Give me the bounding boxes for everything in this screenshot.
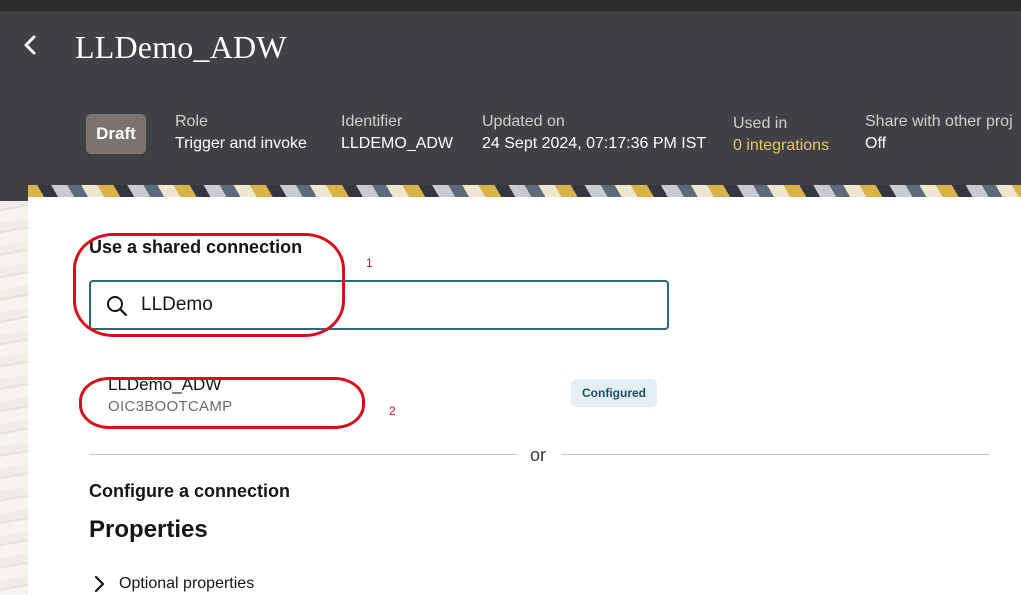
annotation-ellipse-1 xyxy=(73,233,345,337)
meta-share: Share with other proj Off xyxy=(865,113,1021,153)
meta-value: Trigger and invoke xyxy=(175,135,307,152)
decorative-band xyxy=(28,185,1021,197)
divider-right xyxy=(561,454,990,455)
annotation-number-1: 1 xyxy=(366,256,373,270)
top-bar xyxy=(0,0,1021,11)
or-separator: or xyxy=(530,445,547,465)
meta-used-in: Used in 0 integrations xyxy=(733,115,829,155)
meta-value: LLDEMO_ADW xyxy=(341,135,454,152)
divider-left xyxy=(89,454,517,455)
meta-label: Role xyxy=(175,113,208,130)
meta-label: Share with other proj xyxy=(865,113,1013,130)
optional-properties-label: Optional properties xyxy=(119,575,255,592)
meta-role: Role Trigger and invoke xyxy=(175,113,307,153)
meta-updated-on: Updated on 24 Sept 2024, 07:17:36 PM IST xyxy=(482,113,706,153)
meta-label: Identifier xyxy=(341,113,403,130)
meta-label: Used in xyxy=(733,115,788,132)
page-title: LLDemo_ADW xyxy=(75,29,287,65)
back-chevron-left-icon[interactable] xyxy=(20,33,42,57)
status-badge: Draft xyxy=(86,114,146,154)
optional-properties-toggle[interactable]: Optional properties xyxy=(89,572,254,595)
properties-heading: Properties xyxy=(89,516,208,543)
configure-connection-heading: Configure a connection xyxy=(89,481,291,501)
used-in-integrations-link[interactable]: 0 integrations xyxy=(733,137,829,155)
meta-label: Updated on xyxy=(482,113,565,130)
meta-identifier: Identifier LLDEMO_ADW xyxy=(341,113,453,153)
page-header: LLDemo_ADW Draft Role Trigger and invoke… xyxy=(0,11,1021,201)
meta-value: Off xyxy=(865,135,887,152)
annotation-number-2: 2 xyxy=(389,404,396,418)
configured-status-badge: Configured xyxy=(571,379,657,407)
chevron-right-icon xyxy=(89,574,109,594)
annotation-ellipse-2 xyxy=(79,377,365,429)
background-pattern xyxy=(0,201,28,595)
meta-value: 24 Sept 2024, 07:17:36 PM IST xyxy=(482,135,707,152)
